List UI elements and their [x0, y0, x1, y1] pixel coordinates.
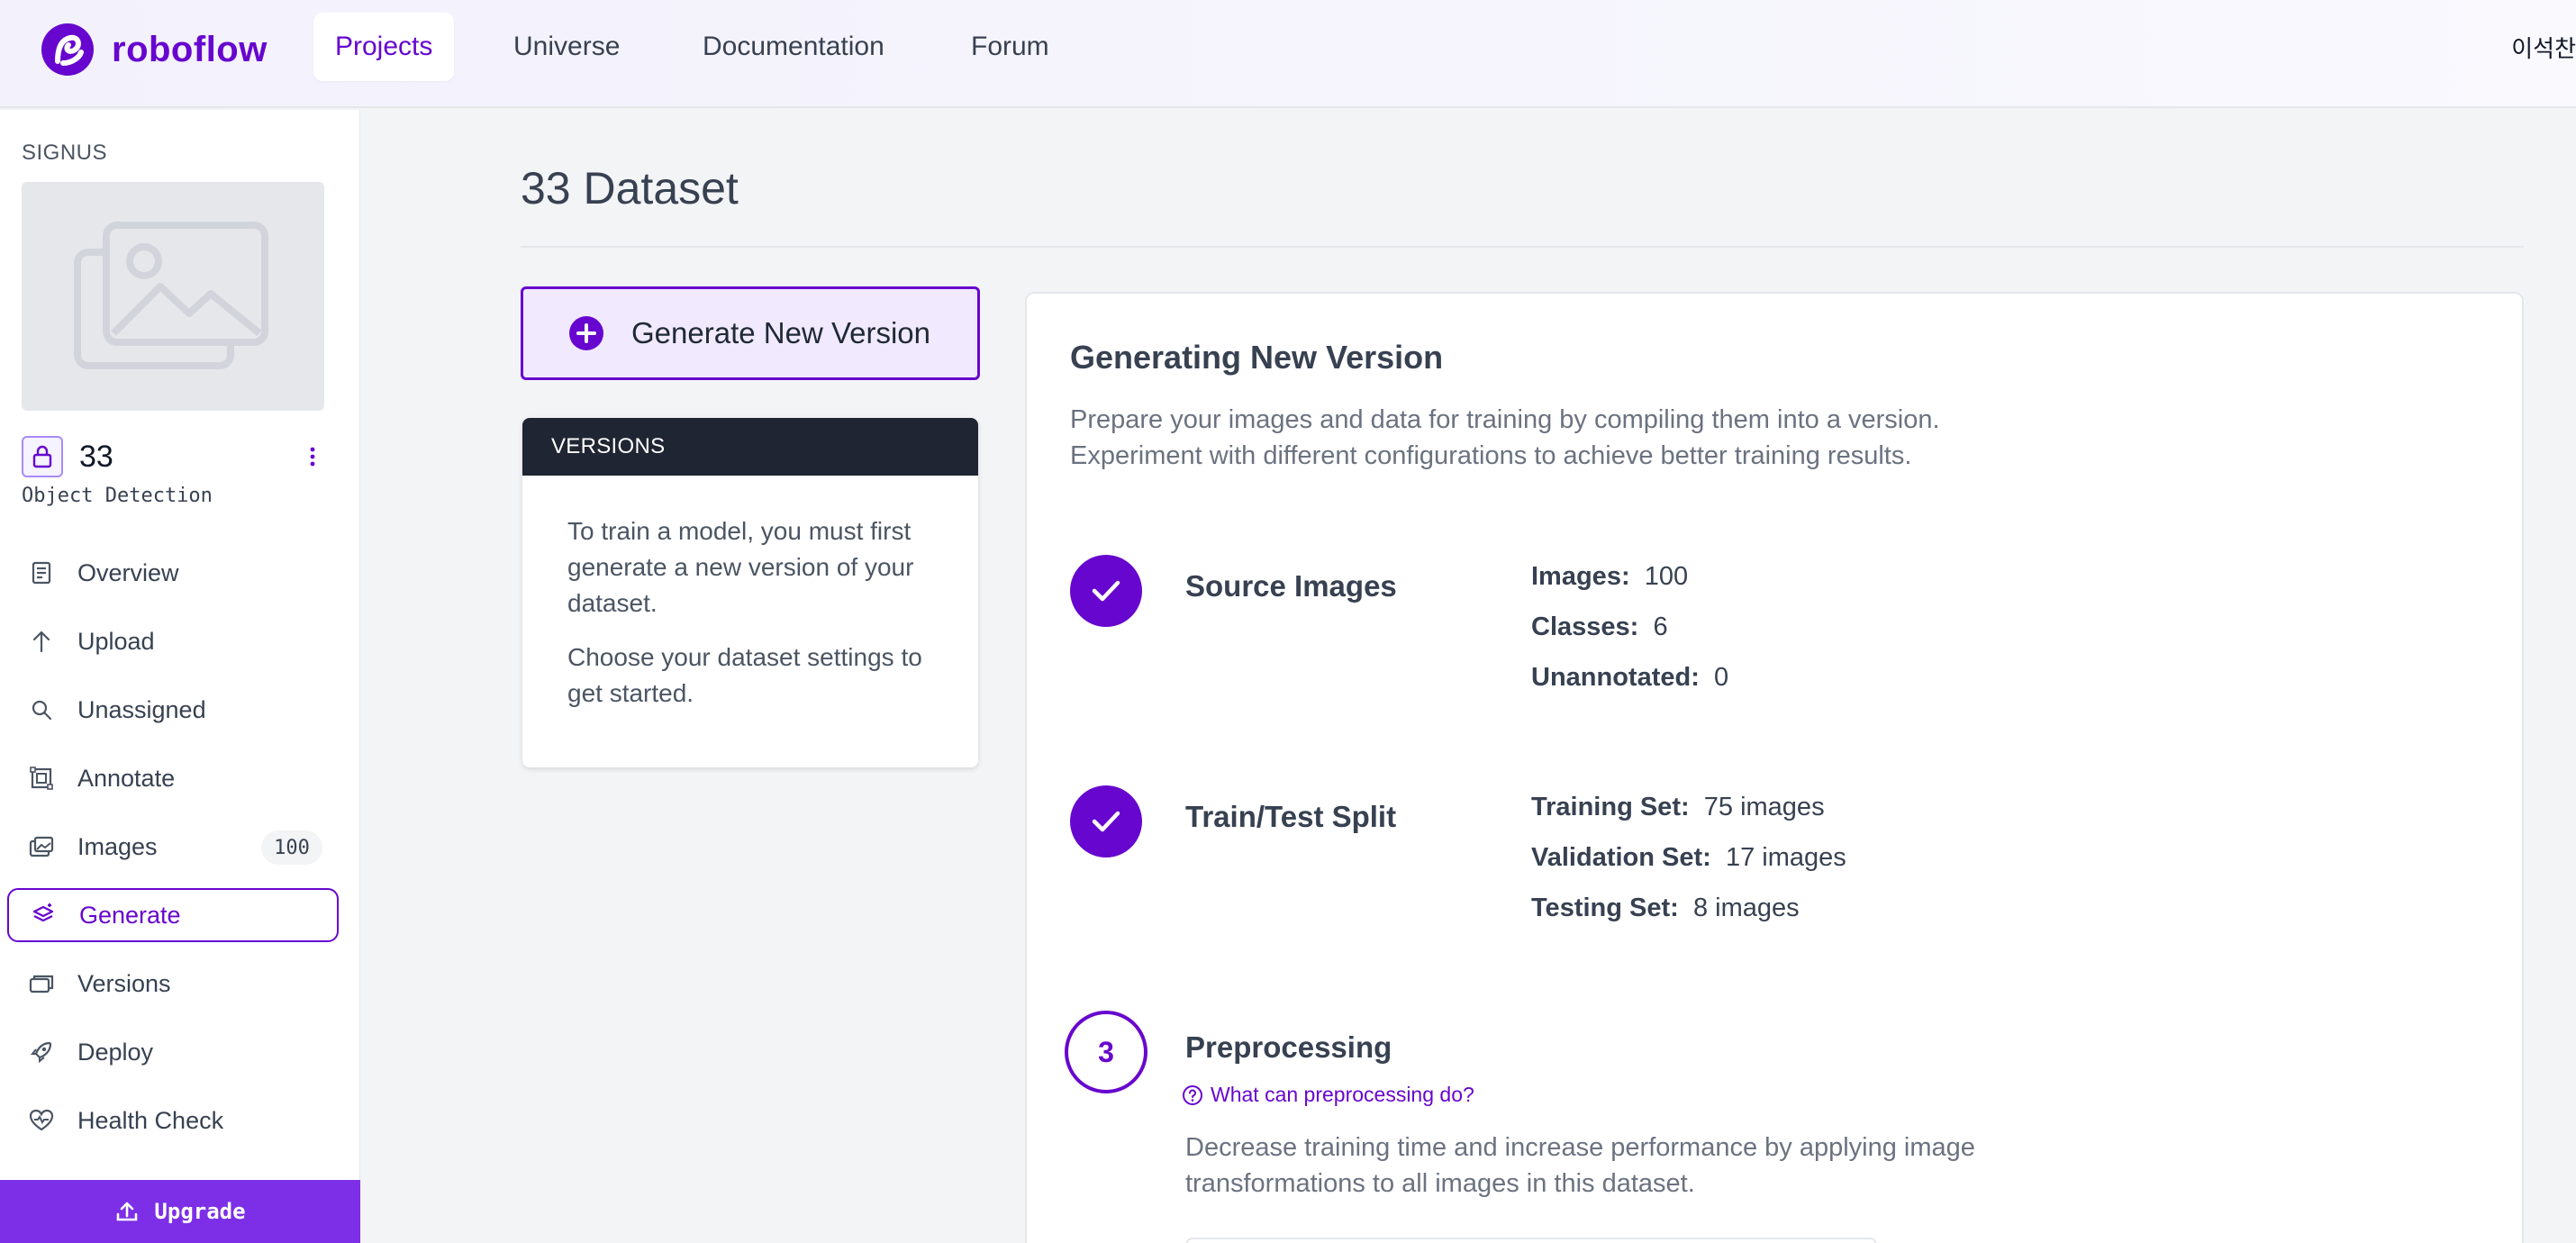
preprocessing-description: Decrease training time and increase perf… — [1185, 1130, 1975, 1202]
kebab-menu-icon[interactable] — [308, 441, 317, 472]
versions-panel: VERSIONS To train a model, you must firs… — [522, 418, 978, 767]
card-description-line-2: Experiment with different configurations… — [1070, 441, 1912, 470]
nav-documentation[interactable]: Documentation — [681, 13, 906, 81]
top-navbar: roboflow Projects Universe Documentation… — [0, 0, 2576, 108]
stat-unannotated: Unannotated: 0 — [1531, 663, 1728, 693]
versions-hint-text-2: Choose your dataset settings to get star… — [567, 643, 922, 707]
generate-new-version-button[interactable]: Generate New Version — [521, 286, 980, 380]
sidebar-item-generate[interactable]: Generate — [7, 888, 339, 942]
arrow-up-icon — [29, 629, 54, 654]
sidebar-item-annotate[interactable]: Annotate — [7, 751, 339, 805]
project-thumbnail — [22, 182, 324, 411]
step-train-test-split-title: Train/Test Split — [1185, 800, 1397, 833]
stat-label: Unannotated: — [1531, 663, 1700, 692]
upgrade-button[interactable]: Upgrade — [0, 1180, 360, 1243]
roboflow-logo[interactable]: roboflow — [40, 22, 268, 77]
upgrade-label: Upgrade — [154, 1199, 246, 1224]
stat-validation-set: Validation Set: 17 images — [1531, 843, 1846, 873]
question-circle-icon — [1183, 1084, 1202, 1105]
sidebar-item-upload[interactable]: Upload — [7, 614, 339, 668]
sidebar-item-label: Annotate — [77, 764, 176, 792]
stat-value: 100 — [1644, 562, 1689, 591]
heart-pulse-icon — [29, 1108, 54, 1133]
versions-empty-state: To train a model, you must first generat… — [522, 476, 978, 712]
card-description: Prepare your images and data for trainin… — [1070, 402, 1940, 474]
sidebar-item-label: Deploy — [77, 1038, 154, 1066]
stat-value: 0 — [1714, 663, 1729, 692]
help-link-label: What can preprocessing do? — [1211, 1083, 1474, 1106]
sidebar-item-label: Versions — [77, 969, 171, 997]
image-placeholder-icon — [74, 222, 268, 369]
stat-classes: Classes: 6 — [1531, 612, 1668, 642]
versions-header: VERSIONS — [522, 418, 978, 476]
step-source-images-title: Source Images — [1185, 569, 1397, 603]
sidebar-item-images[interactable]: Images 100 — [7, 820, 339, 874]
sidebar-item-label: Generate — [79, 901, 181, 929]
lock-icon — [22, 436, 63, 477]
sidebar-item-label: Upload — [77, 627, 155, 655]
step-number-badge: 3 — [1065, 1011, 1147, 1093]
sidebar-item-label: Unassigned — [77, 695, 206, 723]
stat-training-set: Training Set: 75 images — [1531, 793, 1825, 822]
workspace-name[interactable]: SIGNUS — [22, 141, 107, 166]
stat-value: 75 images — [1703, 793, 1825, 821]
nav-forum[interactable]: Forum — [949, 13, 1071, 81]
stat-label: Training Set: — [1531, 793, 1690, 821]
card-title: Generating New Version — [1070, 339, 1444, 376]
generate-icon — [31, 903, 56, 928]
preprocessing-options-box[interactable] — [1185, 1238, 1877, 1243]
annotate-frame-icon — [29, 766, 54, 791]
sidebar-item-health-check[interactable]: Health Check — [7, 1093, 339, 1148]
sidebar: SIGNUS 33 Object Detection Overview Uplo… — [0, 110, 360, 1243]
sidebar-item-label: Overview — [77, 558, 179, 586]
stat-value: 6 — [1653, 612, 1668, 641]
train-test-split-check-icon — [1070, 785, 1142, 857]
user-menu[interactable]: 이석찬 — [2511, 31, 2576, 64]
card-description-line-1: Prepare your images and data for trainin… — [1070, 405, 1940, 434]
images-count-badge: 100 — [261, 830, 322, 865]
sidebar-item-deploy[interactable]: Deploy — [7, 1025, 339, 1079]
brand-name: roboflow — [112, 29, 268, 69]
versions-stack-icon — [29, 971, 54, 996]
stat-testing-set: Testing Set: 8 images — [1531, 894, 1800, 923]
stat-label: Images: — [1531, 562, 1630, 591]
project-header: 33 — [22, 434, 339, 479]
stat-label: Validation Set: — [1531, 843, 1711, 872]
sidebar-item-unassigned[interactable]: Unassigned — [7, 683, 339, 737]
search-icon — [29, 697, 54, 722]
project-name: 33 — [79, 439, 113, 474]
preprocessing-help-link[interactable]: What can preprocessing do? — [1182, 1083, 1474, 1107]
sidebar-item-overview[interactable]: Overview — [7, 546, 339, 600]
page-title: 33 Dataset — [521, 163, 739, 213]
roboflow-logo-icon — [41, 23, 94, 76]
sidebar-item-versions[interactable]: Versions — [7, 957, 339, 1011]
generate-version-card: Generating New Version Prepare your imag… — [1025, 292, 2524, 1243]
images-icon — [29, 834, 54, 859]
project-type: Object Detection — [22, 485, 213, 507]
sidebar-item-label: Health Check — [77, 1106, 224, 1134]
divider — [521, 246, 2524, 248]
preprocessing-description-line-2: transformations to all images in this da… — [1185, 1169, 1695, 1198]
sidebar-menu: Overview Upload Unassigned Annotate Imag… — [7, 546, 339, 1162]
sidebar-item-label: Images — [77, 832, 158, 860]
stat-label: Testing Set: — [1531, 894, 1679, 922]
nav-projects[interactable]: Projects — [313, 13, 455, 81]
source-images-check-icon — [1070, 555, 1142, 627]
generate-new-version-label: Generate New Version — [631, 316, 931, 349]
plus-circle-icon — [569, 316, 603, 350]
nav-universe[interactable]: Universe — [492, 13, 641, 81]
versions-hint-text: To train a model, you must first generat… — [567, 517, 914, 617]
step-preprocessing-title: Preprocessing — [1185, 1030, 1392, 1064]
stat-value: 8 images — [1692, 894, 1800, 922]
stat-label: Classes: — [1531, 612, 1639, 641]
document-icon — [29, 560, 54, 585]
stat-value: 17 images — [1725, 843, 1846, 872]
upload-circle-icon — [117, 1202, 138, 1221]
stat-images: Images: 100 — [1531, 562, 1688, 592]
rocket-icon — [29, 1039, 54, 1065]
preprocessing-description-line-1: Decrease training time and increase perf… — [1185, 1133, 1975, 1162]
